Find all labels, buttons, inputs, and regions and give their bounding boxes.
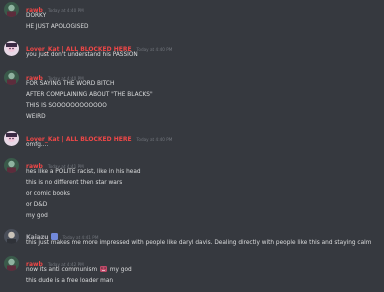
message-line: hes like a POLITE racist, like in his he…	[26, 169, 141, 175]
message-content: you just don't understand his PASSION	[26, 50, 138, 61]
timestamp: Today at 4:40 PM	[136, 137, 173, 142]
message-content: now its anti communism my god this dude …	[26, 265, 132, 287]
message-line: my god	[26, 213, 48, 219]
message-line: DORKY	[26, 13, 47, 19]
message-content: this just makes me more impressed with p…	[26, 238, 371, 249]
timestamp: Today at 4:40 PM	[136, 47, 173, 52]
avatar[interactable]	[4, 158, 19, 173]
message-line: this dude is a free loader man	[26, 278, 114, 284]
message-line: you just don't understand his PASSION	[26, 52, 138, 58]
avatar[interactable]	[4, 2, 19, 17]
message-content: omfg....	[26, 140, 48, 151]
avatar[interactable]	[4, 70, 19, 85]
message-line: AFTER COMPLAINING ABOUT "THE BLACKS"	[26, 92, 153, 98]
message-line: WEIRD	[26, 114, 46, 120]
avatar[interactable]	[4, 229, 19, 244]
message-content: hes like a POLITE racist, like in his he…	[26, 167, 141, 222]
message-line: this is no different then star wars	[26, 180, 123, 186]
angry-face-icon	[100, 266, 107, 272]
message-line: FOR SAYING THE WORD BITCH	[26, 81, 115, 87]
message-content: FOR SAYING THE WORD BITCH AFTER COMPLAIN…	[26, 79, 153, 123]
message-line: THIS IS SOOOOOOOOOOOO	[26, 103, 107, 109]
message-text: now its anti communism	[26, 267, 98, 273]
chat-messages: rawb Today at 4:40 PM DORKY HE JUST APOLO…	[0, 0, 384, 292]
message-line: now its anti communism my god	[26, 265, 132, 276]
message-text: my god	[109, 267, 132, 273]
message-line: or D&D	[26, 202, 48, 208]
avatar[interactable]	[4, 131, 19, 146]
message-line: this just makes me more impressed with p…	[26, 240, 372, 246]
avatar[interactable]	[4, 256, 19, 271]
message-line: HE JUST APOLOGISED	[26, 24, 89, 30]
message-content: DORKY HE JUST APOLOGISED	[26, 11, 89, 33]
avatar[interactable]	[4, 41, 19, 56]
message-line: omfg....	[26, 142, 49, 148]
message-line: or comic books	[26, 191, 70, 197]
